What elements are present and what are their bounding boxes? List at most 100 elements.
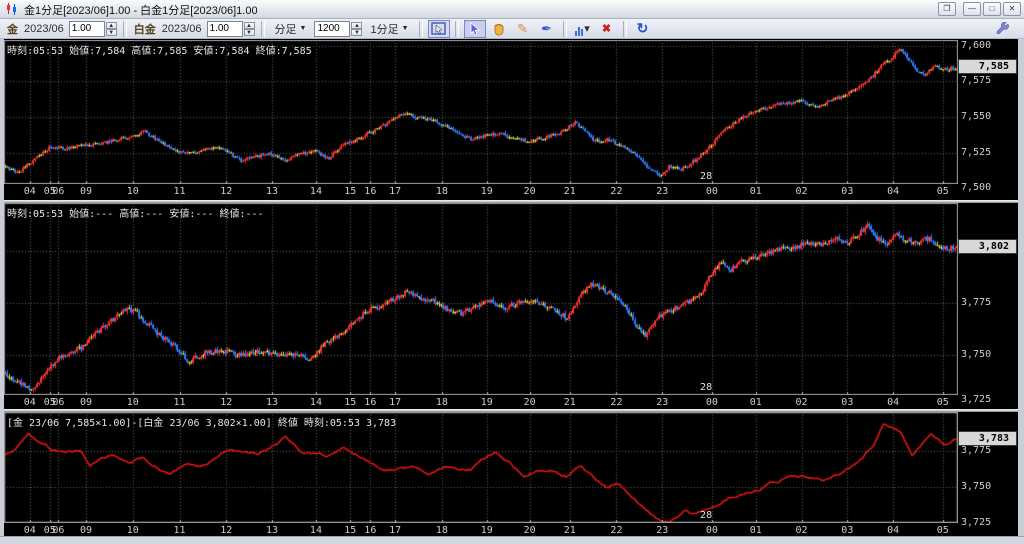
time-axis-label: 00 (700, 186, 724, 197)
popout-window-button[interactable]: ❐ (938, 2, 956, 16)
window-title: 金1分足[2023/06]1.00 - 白金1分足[2023/06]1.00 (24, 2, 258, 18)
time-axis-label: 13 (260, 397, 284, 408)
bar-type-dropdown[interactable]: 分足 ▼ (272, 20, 310, 38)
time-axis-label: 18 (430, 525, 454, 536)
platinum-scale-spinner[interactable]: 1.00 ▲▼ (207, 21, 255, 37)
chart-info-button[interactable] (428, 20, 450, 38)
time-axis-label: 22 (604, 525, 628, 536)
pencil-draw-icon: ✎ (517, 21, 528, 37)
time-axis-label: 06 (46, 397, 70, 408)
time-axis-label: 01 (744, 186, 768, 197)
time-axis-label: 22 (604, 397, 628, 408)
settings-wrench-button[interactable] (992, 20, 1014, 38)
gold-panel-header: 時刻:05:53 始値:7,584 高値:7,585 安値:7,584 終値:7… (7, 42, 312, 57)
date-label: 28 (700, 171, 712, 182)
time-axis-label: 03 (835, 397, 859, 408)
settings-wrench-icon (996, 22, 1010, 36)
hand-pan-button[interactable] (488, 20, 510, 38)
time-axis-label: 02 (790, 525, 814, 536)
time-axis-label: 03 (835, 186, 859, 197)
spin-down-icon[interactable]: ▼ (244, 29, 255, 36)
chart-application-window: 金1分足[2023/06]1.00 - 白金1分足[2023/06]1.00 ❐… (0, 0, 1024, 544)
time-axis-label: 18 (430, 397, 454, 408)
bar-count-value[interactable]: 1200 (314, 21, 350, 37)
time-axis-label: 19 (475, 186, 499, 197)
time-axis-label: 16 (358, 397, 382, 408)
chevron-down-icon: ▼ (402, 25, 409, 32)
date-label: 28 (700, 382, 712, 393)
close-button[interactable]: ✕ (1003, 2, 1021, 16)
horizontal-scrollbar[interactable] (0, 536, 1024, 544)
chart-info-icon (431, 22, 446, 35)
y-axis-label: 3,750 (961, 349, 991, 360)
gold-scale-value[interactable]: 1.00 (69, 21, 105, 37)
time-axis-label: 09 (74, 186, 98, 197)
time-axis-label: 17 (383, 397, 407, 408)
indicator-bars-icon (575, 24, 584, 34)
bar-count-spin-buttons[interactable]: ▲▼ (351, 22, 362, 36)
pen-draw-button[interactable]: ✒ (536, 20, 558, 38)
time-axis-label: 04 (881, 397, 905, 408)
spin-up-icon[interactable]: ▲ (106, 22, 117, 29)
time-axis-label: 19 (475, 397, 499, 408)
toolbar: 金 2023/06 1.00 ▲▼ 白金 2023/06 1.00 ▲▼ 分足 … (0, 19, 1024, 39)
time-axis-label: 16 (358, 525, 382, 536)
y-axis-label: 3,750 (961, 481, 991, 492)
title-bar[interactable]: 金1分足[2023/06]1.00 - 白金1分足[2023/06]1.00 ❐… (0, 0, 1024, 19)
platinum-candles-canvas[interactable] (4, 203, 958, 395)
time-axis-label: 01 (744, 525, 768, 536)
platinum-time-axis: 0405060910111213141516171819202122230001… (4, 396, 958, 410)
toolbar-separator (261, 21, 265, 37)
app-candlestick-icon (5, 3, 19, 15)
platinum-scale-spin-buttons[interactable]: ▲▼ (244, 22, 255, 36)
time-axis-label: 02 (790, 186, 814, 197)
minimize-button[interactable]: — (963, 2, 981, 16)
gold-chart-panel: 時刻:05:53 始値:7,584 高値:7,585 安値:7,584 終値:7… (0, 40, 1024, 200)
spin-up-icon[interactable]: ▲ (244, 22, 255, 29)
chevron-down-icon: ▾ (584, 22, 590, 35)
refresh-button[interactable]: ↻ (632, 20, 654, 38)
gold-scale-spin-buttons[interactable]: ▲▼ (106, 22, 117, 36)
time-axis-label: 14 (304, 397, 328, 408)
platinum-chart-panel: 時刻:05:53 始値:--- 高値:--- 安値:--- 終値:--- 3,7… (0, 203, 1024, 411)
platinum-contract-month: 2023/06 (162, 23, 202, 35)
interval-dropdown[interactable]: 1分足 ▼ (367, 20, 411, 38)
refresh-icon: ↻ (637, 20, 649, 37)
time-axis-label: 10 (121, 397, 145, 408)
time-axis-label: 03 (835, 525, 859, 536)
bar-count-spinner[interactable]: 1200 ▲▼ (314, 21, 362, 37)
toolbar-separator (123, 21, 127, 37)
hand-pan-icon (491, 22, 506, 36)
time-axis-label: 11 (168, 397, 192, 408)
time-axis-label: 00 (700, 397, 724, 408)
time-axis-label: 19 (475, 525, 499, 536)
gold-candles-canvas[interactable] (4, 40, 958, 184)
delete-drawings-icon: ✖ (602, 22, 611, 35)
select-cursor-icon (468, 22, 481, 36)
gold-scale-spinner[interactable]: 1.00 ▲▼ (69, 21, 117, 37)
spin-down-icon[interactable]: ▼ (351, 29, 362, 36)
time-axis-label: 09 (74, 525, 98, 536)
time-axis-label: 06 (46, 186, 70, 197)
time-axis-label: 17 (383, 525, 407, 536)
platinum-symbol-label: 白金 (134, 21, 156, 37)
maximize-button[interactable]: □ (983, 2, 1001, 16)
time-axis-label: 00 (700, 525, 724, 536)
toolbar-separator (419, 21, 423, 37)
platinum-scale-value[interactable]: 1.00 (207, 21, 243, 37)
spread-panel-header: [金 23/06 7,585×1.00]-[白金 23/06 3,802×1.0… (7, 414, 396, 429)
time-axis-label: 20 (518, 397, 542, 408)
time-axis-label: 13 (260, 525, 284, 536)
chevron-down-icon: ▼ (300, 25, 307, 32)
time-axis-label: 14 (304, 186, 328, 197)
spin-up-icon[interactable]: ▲ (351, 22, 362, 29)
select-cursor-button[interactable] (464, 20, 486, 38)
time-axis-label: 06 (46, 525, 70, 536)
time-axis-label: 21 (558, 397, 582, 408)
spin-down-icon[interactable]: ▼ (106, 29, 117, 36)
pencil-draw-button[interactable]: ✎ (512, 20, 534, 38)
time-axis-label: 23 (650, 397, 674, 408)
gold-last-price-box: 7,585 (958, 59, 1017, 74)
indicator-bars-button[interactable]: ▾ (572, 20, 594, 38)
delete-drawings-button[interactable]: ✖ (596, 20, 618, 38)
